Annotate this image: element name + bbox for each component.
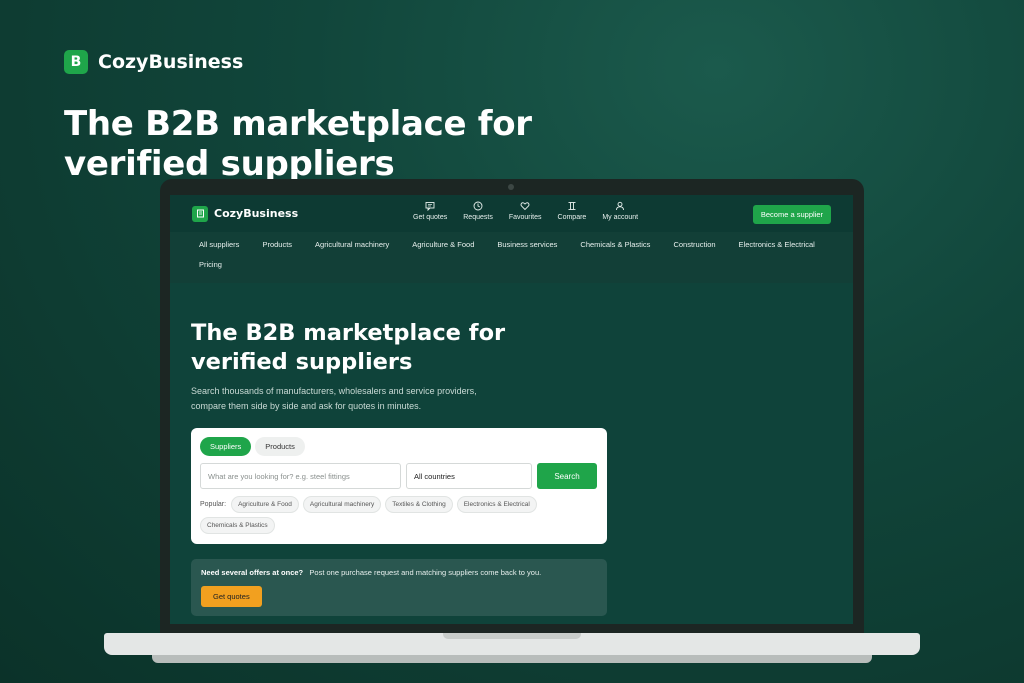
offer-text: Need several offers at once? Post one pu… xyxy=(201,568,597,577)
laptop-screen: CozyBusiness Get quotes Requests Favouri… xyxy=(170,195,853,624)
category-business-services[interactable]: Business services xyxy=(497,238,557,258)
popular-chip[interactable]: Chemicals & Plastics xyxy=(200,517,275,534)
nav-label: Requests xyxy=(463,214,493,221)
site-header: CozyBusiness Get quotes Requests Favouri… xyxy=(170,195,853,232)
search-button[interactable]: Search xyxy=(537,463,597,489)
country-select[interactable]: All countries xyxy=(406,463,532,489)
become-supplier-button[interactable]: Become a supplier xyxy=(752,205,831,224)
laptop: CozyBusiness Get quotes Requests Favouri… xyxy=(160,179,864,634)
search-tabs: Suppliers Products xyxy=(200,437,598,456)
chat-icon xyxy=(425,202,435,211)
user-icon xyxy=(616,201,625,211)
search-input[interactable] xyxy=(200,463,401,489)
outer-headline: The B2B marketplace for verified supplie… xyxy=(64,104,532,184)
category-all-suppliers[interactable]: All suppliers xyxy=(199,238,239,258)
laptop-foot xyxy=(152,655,872,663)
nav-label: Favourites xyxy=(508,214,542,221)
category-pricing[interactable]: Pricing xyxy=(199,258,222,278)
category-chemicals-plastics[interactable]: Chemicals & Plastics xyxy=(580,238,650,258)
offer-bold-text: Need several offers at once? xyxy=(201,568,304,577)
logo-icon xyxy=(192,205,208,222)
hero-subtitle: Search thousands of manufacturers, whole… xyxy=(191,386,477,411)
nav-favourites[interactable]: Favourites xyxy=(509,201,542,221)
popular-chip[interactable]: Textiles & Clothing xyxy=(385,496,453,513)
nav-label: Compare xyxy=(557,214,587,221)
category-nav: All suppliers Products Agricultural mach… xyxy=(170,232,853,283)
nav-get-quotes[interactable]: Get quotes xyxy=(413,201,447,221)
category-products[interactable]: Products xyxy=(262,238,292,258)
heart-icon xyxy=(520,202,530,211)
hero-title: The B2B marketplace for verified supplie… xyxy=(191,320,506,375)
compare-icon xyxy=(568,202,576,210)
search-row: All countries Search xyxy=(200,463,598,489)
category-construction[interactable]: Construction xyxy=(673,238,715,258)
brand-name: CozyBusiness xyxy=(98,51,244,73)
logo-icon: B xyxy=(64,50,88,74)
popular-chip[interactable]: Agriculture & Food xyxy=(231,496,299,513)
category-agriculture-food[interactable]: Agriculture & Food xyxy=(412,238,474,258)
category-electronics-electrical[interactable]: Electronics & Electrical xyxy=(739,238,815,258)
nav-label: My account xyxy=(602,214,639,221)
search-card: Suppliers Products All countries Search … xyxy=(191,428,607,544)
popular-searches: Popular: Agriculture & Food Agricultural… xyxy=(200,496,598,534)
nav-compare[interactable]: Compare xyxy=(557,201,587,221)
camera-icon xyxy=(508,184,514,190)
offer-description: Post one purchase request and matching s… xyxy=(309,568,542,577)
nav-requests[interactable]: Requests xyxy=(463,201,493,221)
outer-brand: B CozyBusiness xyxy=(64,50,243,74)
tab-suppliers[interactable]: Suppliers xyxy=(200,437,252,456)
clock-icon xyxy=(473,201,483,211)
popular-label: Popular: xyxy=(200,501,227,508)
popular-chip[interactable]: Agricultural machinery xyxy=(302,496,382,513)
icon-nav: Get quotes Requests Favourites Compare M… xyxy=(413,201,638,221)
laptop-base xyxy=(104,633,920,655)
laptop-notch xyxy=(443,633,581,639)
popular-chip[interactable]: Electronics & Electrical xyxy=(456,496,537,513)
offer-box: Need several offers at once? Post one pu… xyxy=(191,559,607,616)
site-logo[interactable]: CozyBusiness xyxy=(192,205,299,222)
get-quotes-button[interactable]: Get quotes xyxy=(201,586,262,607)
tab-products[interactable]: Products xyxy=(255,437,305,456)
site-brand-name: CozyBusiness xyxy=(214,207,299,220)
nav-label: Get quotes xyxy=(413,214,448,221)
category-agricultural-machinery[interactable]: Agricultural machinery xyxy=(315,238,389,258)
nav-my-account[interactable]: My account xyxy=(602,201,638,221)
